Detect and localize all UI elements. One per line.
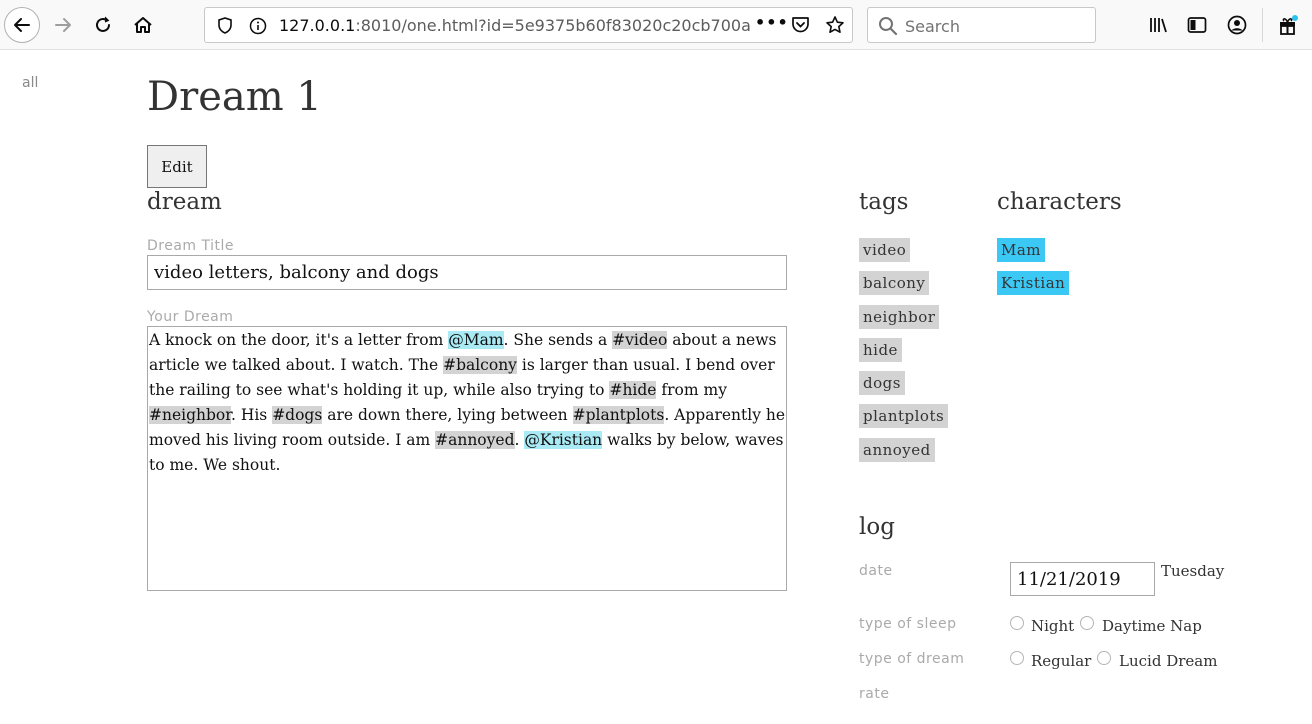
tag-pill[interactable]: balcony [859, 271, 930, 296]
character-item: Mam [997, 238, 1069, 262]
browser-toolbar: 127.0.0.1:8010/one.html?id=5e9375b60f830… [0, 0, 1312, 50]
inline-tag: #balcony [443, 356, 517, 374]
forward-arrow-icon[interactable] [48, 10, 78, 40]
info-icon[interactable] [249, 17, 267, 35]
regular-radio[interactable] [1010, 651, 1024, 665]
url-host: 127.0.0.1 [279, 16, 356, 35]
extensions-gift-icon[interactable] [1273, 10, 1303, 40]
dream-text-segment: from my [656, 381, 732, 399]
search-bar[interactable]: Search [867, 7, 1096, 43]
url-text: 127.0.0.1:8010/one.html?id=5e9375b60f830… [279, 16, 751, 35]
more-actions-icon[interactable]: ••• [755, 13, 789, 32]
tag-item: annoyed [859, 437, 948, 462]
dream-text-segment: . His [230, 406, 273, 424]
toolbar-divider [1262, 8, 1263, 42]
tag-pill[interactable]: hide [859, 337, 902, 362]
tag-item: video [859, 238, 948, 262]
dream-title-label: Dream Title [147, 238, 235, 254]
daytime-nap-radio[interactable] [1080, 616, 1094, 630]
tags-list: video balcony neighbor hide dogs plantpl… [859, 238, 949, 471]
home-icon[interactable] [128, 10, 158, 40]
bookmark-star-icon[interactable] [825, 15, 845, 35]
tag-item: balcony [859, 271, 948, 296]
dream-text-area[interactable]: A knock on the door, it's a letter from … [147, 326, 787, 591]
your-dream-label: Your Dream [147, 309, 234, 325]
edit-button[interactable]: Edit [147, 145, 207, 188]
character-pill[interactable]: Mam [997, 238, 1046, 262]
search-placeholder: Search [905, 17, 960, 36]
dream-text-segment: . [514, 431, 525, 449]
regular-label: Regular [1031, 652, 1092, 670]
inline-tag: #plantplots [572, 406, 665, 424]
character-pill[interactable]: Kristian [997, 271, 1070, 296]
tag-item: dogs [859, 371, 948, 396]
tags-heading: tags [859, 189, 909, 215]
tag-pill[interactable]: annoyed [859, 437, 935, 462]
tag-pill[interactable]: dogs [859, 371, 905, 396]
inline-tag: #neighbor [149, 406, 231, 424]
back-arrow-icon[interactable] [4, 7, 40, 43]
tag-item: hide [859, 337, 948, 362]
dream-text-segment: . She sends a [503, 331, 613, 349]
reload-icon[interactable] [88, 10, 118, 40]
characters-list: Mam Kristian [997, 238, 1070, 305]
inline-tag: #dogs [272, 406, 323, 424]
characters-heading: characters [997, 189, 1122, 215]
inline-tag: #hide [609, 381, 657, 399]
type-of-dream-label: type of dream [859, 651, 965, 667]
tag-pill[interactable]: video [859, 238, 911, 262]
dream-text-segment: are down there, lying between [322, 406, 573, 424]
night-radio[interactable] [1010, 616, 1024, 630]
tag-item: neighbor [859, 304, 948, 329]
type-of-sleep-label: type of sleep [859, 616, 957, 632]
date-label: date [859, 563, 893, 579]
account-icon[interactable] [1222, 10, 1252, 40]
character-item: Kristian [997, 271, 1070, 296]
sidebar-icon[interactable] [1182, 10, 1212, 40]
daytime-nap-label: Daytime Nap [1102, 617, 1202, 635]
rate-label: rate [859, 686, 890, 702]
pocket-icon[interactable] [791, 16, 810, 34]
library-icon[interactable] [1143, 10, 1173, 40]
lucid-dream-radio[interactable] [1097, 651, 1111, 665]
search-icon [878, 16, 898, 36]
weekday-text: Tuesday [1161, 562, 1225, 580]
inline-tag: #video [612, 331, 668, 349]
night-label: Night [1031, 617, 1075, 635]
dream-title-input[interactable] [147, 255, 787, 290]
inline-tag: #annoyed [435, 431, 515, 449]
page-title: Dream 1 [147, 74, 322, 120]
lucid-dream-label: Lucid Dream [1119, 652, 1218, 670]
tag-item: plantplots [859, 404, 949, 429]
shield-icon[interactable] [217, 17, 233, 34]
log-heading: log [859, 514, 895, 540]
url-bar[interactable]: 127.0.0.1:8010/one.html?id=5e9375b60f830… [204, 7, 853, 43]
tag-pill[interactable]: neighbor [859, 304, 940, 329]
tag-pill[interactable]: plantplots [859, 404, 949, 429]
url-path: :8010/one.html?id=5e9375b60f83020c20cb70… [355, 16, 751, 35]
date-input[interactable] [1010, 562, 1155, 596]
dream-heading: dream [147, 189, 222, 215]
inline-character: @Kristian [524, 431, 603, 449]
nav-all-link[interactable]: all [22, 75, 38, 91]
dream-text-segment: A knock on the door, it's a letter from [149, 331, 449, 349]
inline-character: @Mam [448, 331, 504, 349]
